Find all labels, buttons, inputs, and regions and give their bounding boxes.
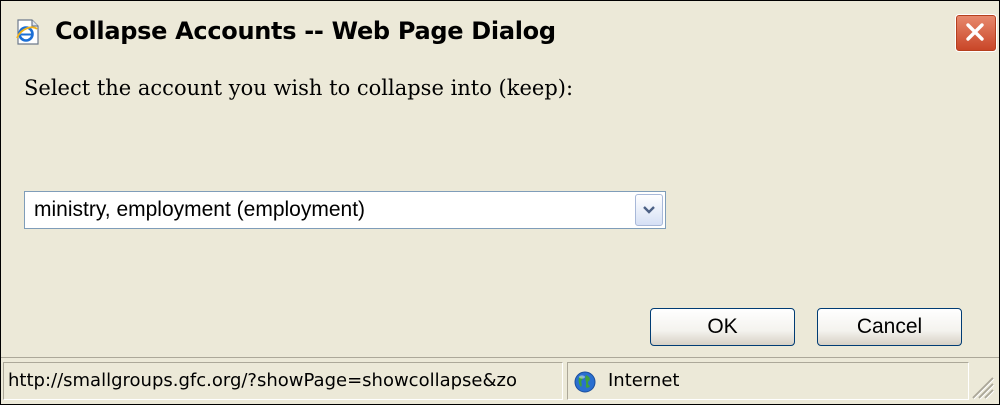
status-url: http://smallgroups.gfc.org/?showPage=sho… (8, 370, 518, 391)
security-zone-panel: Internet (567, 362, 969, 400)
ok-button[interactable]: OK (650, 308, 795, 346)
select-dropdown-button[interactable] (635, 194, 663, 226)
ie-page-icon (15, 19, 41, 45)
status-url-panel: http://smallgroups.gfc.org/?showPage=sho… (3, 362, 563, 400)
close-button[interactable] (955, 14, 997, 52)
cancel-button[interactable]: Cancel (817, 308, 962, 346)
security-zone-label: Internet (608, 370, 680, 391)
title-bar[interactable]: Collapse Accounts -- Web Page Dialog (1, 1, 999, 58)
account-select-value: ministry, employment (employment) (34, 198, 366, 221)
dialog-window: Collapse Accounts -- Web Page Dialog Sel… (0, 0, 1000, 405)
window-title: Collapse Accounts -- Web Page Dialog (55, 17, 556, 45)
status-bar: http://smallgroups.gfc.org/?showPage=sho… (1, 357, 999, 404)
dialog-prompt: Select the account you wish to collapse … (24, 76, 574, 100)
resize-grip-icon[interactable] (967, 370, 995, 400)
globe-icon (574, 371, 596, 393)
account-select[interactable]: ministry, employment (employment) (24, 191, 666, 229)
